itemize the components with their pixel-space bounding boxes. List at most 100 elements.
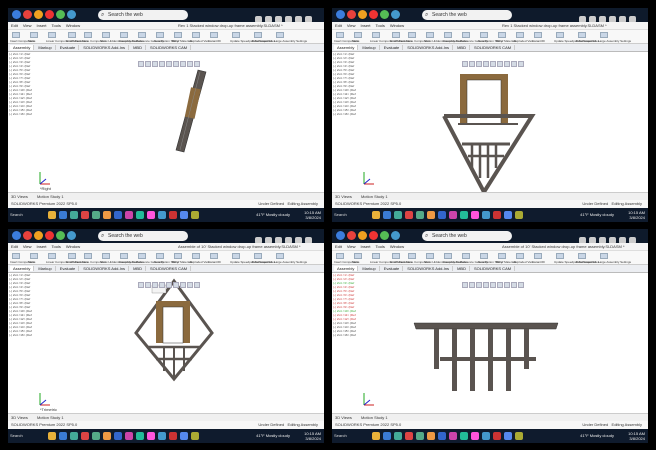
taskbar-app-icon[interactable] [372, 432, 380, 440]
taskbar-app-icon[interactable] [515, 211, 523, 219]
pinned-app-icon[interactable] [12, 10, 21, 19]
tab-evaluate[interactable]: Evaluate [380, 266, 404, 271]
search-input[interactable]: Search the web [422, 231, 512, 241]
taskbar-search[interactable]: Search [10, 432, 40, 440]
ribbon-button[interactable] [174, 32, 182, 38]
pinned-app-icon[interactable] [391, 231, 400, 240]
taskbar-app-icon[interactable] [515, 432, 523, 440]
ribbon-button[interactable] [102, 32, 110, 38]
ribbon-button[interactable] [254, 253, 262, 259]
taskbar-app-icon[interactable] [169, 211, 177, 219]
view-heads-up-button[interactable] [187, 61, 193, 67]
view-heads-up-button[interactable] [180, 61, 186, 67]
ribbon-button[interactable] [68, 253, 76, 259]
ribbon-button[interactable] [578, 32, 586, 38]
ribbon-button[interactable] [462, 253, 470, 259]
taskbar-app-icon[interactable] [504, 432, 512, 440]
taskbar-app-icon[interactable] [405, 211, 413, 219]
ribbon-button[interactable] [254, 32, 262, 38]
taskbar-app-icon[interactable] [70, 432, 78, 440]
pinned-app-icon[interactable] [369, 231, 378, 240]
pinned-app-icon[interactable] [380, 231, 389, 240]
tab-motion-study[interactable]: Motion Study 1 [361, 415, 388, 420]
tab-solidworks-add-ins[interactable]: SOLIDWORKS Add-Ins [404, 45, 454, 50]
tab-3d-views[interactable]: 3D Views [11, 194, 28, 199]
ribbon-button[interactable] [232, 253, 240, 259]
ribbon-button[interactable] [354, 32, 362, 38]
pinned-app-icon[interactable] [23, 231, 32, 240]
ribbon-button[interactable] [192, 32, 200, 38]
view-heads-up-button[interactable] [138, 282, 144, 288]
pinned-app-icon[interactable] [336, 10, 345, 19]
pinned-app-icon[interactable] [336, 231, 345, 240]
tab-evaluate[interactable]: Evaluate [56, 45, 80, 50]
taskbar-search[interactable]: Search [334, 432, 364, 440]
view-heads-up-button[interactable] [194, 282, 200, 288]
ribbon-button[interactable] [408, 253, 416, 259]
ribbon-button[interactable] [156, 253, 164, 259]
tab-3d-views[interactable]: 3D Views [11, 415, 28, 420]
ribbon-button[interactable] [336, 253, 344, 259]
taskbar-app-icon[interactable] [482, 432, 490, 440]
ribbon-button[interactable] [210, 32, 218, 38]
clock[interactable]: 10:15 AM 3/8/2024 [304, 210, 321, 220]
tab-solidworks-cam[interactable]: SOLIDWORKS CAM [146, 266, 192, 271]
taskbar-app-icon[interactable] [504, 211, 512, 219]
menu-edit[interactable]: Edit [335, 244, 342, 249]
feature-tree-item[interactable]: (-) 2x4 <16> (Def [332, 333, 356, 337]
menu-view[interactable]: View [347, 244, 356, 249]
pinned-app-icon[interactable] [34, 10, 43, 19]
pinned-app-icon[interactable] [56, 231, 65, 240]
weather-widget[interactable]: 41°F Mostly cloudy [256, 211, 290, 219]
tab-motion-study[interactable]: Motion Study 1 [361, 194, 388, 199]
ribbon-button[interactable] [336, 32, 344, 38]
view-heads-up-button[interactable] [518, 282, 524, 288]
tab-evaluate[interactable]: Evaluate [380, 45, 404, 50]
ribbon-button[interactable] [556, 253, 564, 259]
view-heads-up-button[interactable] [187, 282, 193, 288]
taskbar-app-icon[interactable] [460, 211, 468, 219]
taskbar-app-icon[interactable] [427, 211, 435, 219]
taskbar-app-icon[interactable] [81, 211, 89, 219]
pinned-app-icon[interactable] [12, 231, 21, 240]
taskbar-app-icon[interactable] [136, 432, 144, 440]
taskbar-app-icon[interactable] [449, 211, 457, 219]
view-heads-up-button[interactable] [504, 282, 510, 288]
view-heads-up-button[interactable] [469, 282, 475, 288]
pinned-app-icon[interactable] [45, 10, 54, 19]
pinned-app-icon[interactable] [67, 231, 76, 240]
menu-tools[interactable]: Tools [376, 23, 385, 28]
tab-solidworks-add-ins[interactable]: SOLIDWORKS Add-Ins [404, 266, 454, 271]
taskbar-app-icon[interactable] [169, 432, 177, 440]
taskbar-app-icon[interactable] [114, 432, 122, 440]
ribbon-button[interactable] [600, 32, 608, 38]
taskbar-app-icon[interactable] [394, 211, 402, 219]
taskbar-app-icon[interactable] [191, 211, 199, 219]
taskbar-app-icon[interactable] [180, 432, 188, 440]
pinned-app-icon[interactable] [45, 231, 54, 240]
taskbar-app-icon[interactable] [394, 432, 402, 440]
search-input[interactable]: Search the web [98, 10, 188, 20]
ribbon-button[interactable] [372, 253, 380, 259]
ribbon-button[interactable] [516, 253, 524, 259]
taskbar-app-icon[interactable] [158, 432, 166, 440]
ribbon-button[interactable] [354, 253, 362, 259]
menu-window[interactable]: Window [66, 23, 80, 28]
taskbar-app-icon[interactable] [471, 211, 479, 219]
ribbon-button[interactable] [156, 32, 164, 38]
ribbon-button[interactable] [48, 253, 56, 259]
view-heads-up-button[interactable] [497, 61, 503, 67]
view-heads-up-button[interactable] [166, 61, 172, 67]
taskbar-app-icon[interactable] [147, 432, 155, 440]
taskbar-app-icon[interactable] [383, 211, 391, 219]
menu-insert[interactable]: Insert [37, 244, 47, 249]
view-heads-up-button[interactable] [152, 61, 158, 67]
view-heads-up-button[interactable] [490, 61, 496, 67]
tab-mbd[interactable]: MBD [454, 45, 470, 50]
pinned-app-icon[interactable] [391, 10, 400, 19]
pinned-app-icon[interactable] [358, 10, 367, 19]
tab-solidworks-add-ins[interactable]: SOLIDWORKS Add-Ins [80, 266, 130, 271]
ribbon-button[interactable] [498, 32, 506, 38]
taskbar-app-icon[interactable] [125, 432, 133, 440]
weather-widget[interactable]: 41°F Mostly cloudy [256, 432, 290, 440]
